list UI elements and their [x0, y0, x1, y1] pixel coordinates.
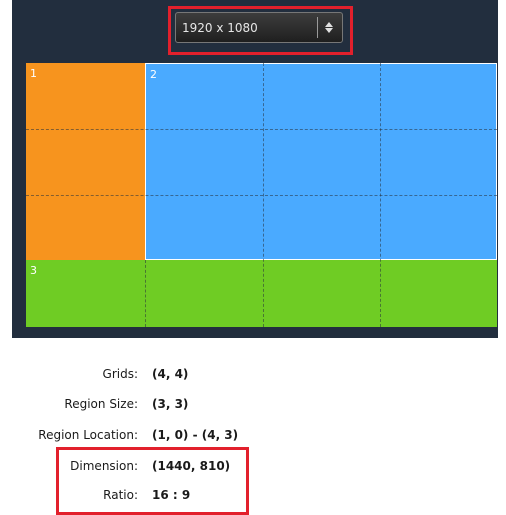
arrow-down-icon — [325, 28, 333, 33]
info-row-region-location: Region Location: (1, 0) - (4, 3) — [0, 428, 506, 448]
arrow-up-icon — [325, 22, 333, 27]
region-label: 1 — [30, 67, 37, 80]
info-value: (4, 4) — [152, 367, 189, 381]
select-divider — [317, 17, 318, 38]
info-label: Region Location: — [38, 428, 138, 442]
info-value: (1, 0) - (4, 3) — [152, 428, 239, 442]
info-label: Grids: — [102, 367, 138, 381]
resolution-value: 1920 x 1080 — [182, 20, 258, 35]
region-label: 2 — [150, 68, 157, 81]
info-value: (3, 3) — [152, 397, 189, 411]
layout-grid: 1 2 3 — [26, 63, 497, 327]
info-label: Region Size: — [64, 397, 138, 411]
grid-line — [26, 195, 497, 196]
grid-line — [145, 260, 146, 327]
spinner-arrows-icon[interactable] — [322, 22, 336, 33]
grid-line — [26, 129, 497, 130]
region-1[interactable]: 1 — [26, 63, 145, 260]
region-3[interactable]: 3 — [26, 260, 497, 327]
info-row-region-size: Region Size: (3, 3) — [0, 397, 506, 417]
resolution-select[interactable]: 1920 x 1080 — [175, 12, 343, 43]
info-row-grids: Grids: (4, 4) — [0, 367, 506, 387]
region-label: 3 — [30, 264, 37, 277]
dimension-ratio-highlight-box — [56, 447, 249, 515]
region-2[interactable]: 2 — [145, 63, 497, 260]
